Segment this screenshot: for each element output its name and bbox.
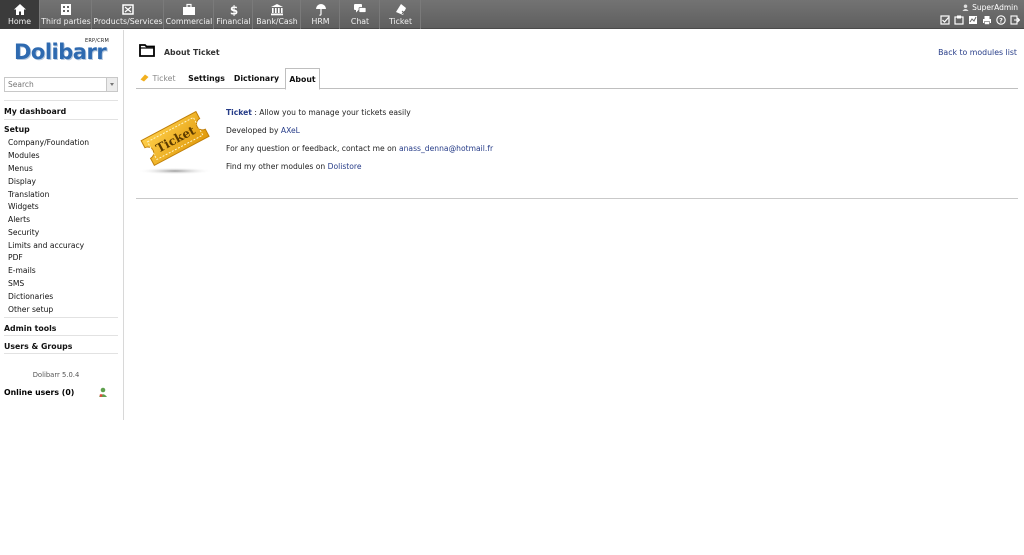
- topmenu-ticket-label: Ticket: [388, 17, 413, 26]
- menu-item-pdf[interactable]: PDF: [8, 253, 23, 262]
- module-name: Ticket: [226, 108, 252, 117]
- menu-item-other-setup[interactable]: Other setup: [8, 305, 53, 314]
- info-contact-line: For any question or feedback, contact me…: [226, 144, 493, 162]
- back-to-modules-link[interactable]: Back to modules list: [938, 48, 1017, 57]
- menu-item-company[interactable]: Company/Foundation: [8, 138, 89, 147]
- menu-item-widgets[interactable]: Widgets: [8, 202, 39, 211]
- menu-divider: [4, 353, 118, 354]
- menu-item-limits[interactable]: Limits and accuracy: [8, 241, 84, 250]
- info-developer-line: Developed by AXeL: [226, 126, 493, 144]
- box-icon: [122, 4, 134, 15]
- topmenu-bank-cash-label: Bank/Cash: [256, 17, 298, 26]
- menu-item-alerts[interactable]: Alerts: [8, 215, 30, 224]
- menu-admin-tools[interactable]: Admin tools: [4, 317, 118, 333]
- menu-item-emails[interactable]: E-mails: [8, 266, 36, 275]
- menu-item-dictionaries[interactable]: Dictionaries: [8, 292, 53, 301]
- topmenu-bank-cash[interactable]: Bank/Cash: [254, 0, 301, 29]
- topmenu-commercial-label: Commercial: [165, 17, 213, 26]
- building-icon: [61, 4, 71, 15]
- info-store-line: Find my other modules on Dolistore: [226, 162, 493, 180]
- topmenu-products-services-label: Products/Services: [93, 17, 163, 26]
- stats-icon[interactable]: [968, 15, 978, 25]
- briefcase-icon: [183, 3, 195, 15]
- top-right-tools: ?: [940, 15, 1021, 26]
- online-users-icon: [99, 387, 107, 397]
- home-icon: [13, 4, 26, 15]
- dolistore-link[interactable]: Dolistore: [328, 162, 362, 171]
- bookmark-icon[interactable]: [954, 15, 964, 25]
- umbrella-icon: [315, 4, 326, 16]
- menu-users-groups[interactable]: Users & Groups: [4, 335, 118, 351]
- tab-module-text: Ticket: [152, 74, 176, 83]
- about-panel: Ticket Ticket : Allow you to manage your…: [136, 90, 1018, 199]
- version-label: Dolibarr 5.0.4: [32, 371, 80, 379]
- company-logo[interactable]: ERP/CRM Dolibarr: [14, 36, 109, 66]
- left-panel: ERP/CRM Dolibarr My dashboard Setup Comp…: [0, 30, 124, 420]
- user-login[interactable]: SuperAdmin: [962, 3, 1018, 12]
- info-description-line: Ticket : Allow you to manage your ticket…: [226, 108, 493, 126]
- ticket-module-image: Ticket: [137, 110, 213, 175]
- page-title: About Ticket: [164, 48, 220, 57]
- chat-icon: [354, 4, 367, 13]
- topmenu-financial-label: Financial: [216, 17, 251, 26]
- search-box[interactable]: [4, 77, 118, 92]
- help-icon[interactable]: ?: [996, 15, 1006, 25]
- topmenu-hrm-label: HRM: [311, 17, 330, 26]
- topmenu-hrm[interactable]: HRM: [302, 0, 340, 29]
- topmenu-home[interactable]: Home: [0, 0, 40, 29]
- contact-email-link[interactable]: anass_denna@hotmail.fr: [399, 144, 493, 153]
- top-menu-bar: Home Third parties Products/Services Com…: [0, 0, 1024, 29]
- developer-link[interactable]: AXeL: [281, 126, 300, 135]
- user-icon: [962, 4, 969, 11]
- ticket-icon: [395, 4, 406, 15]
- menu-item-translation[interactable]: Translation: [8, 190, 49, 199]
- svg-text:$: $: [229, 4, 237, 17]
- ticket-tab-icon: [140, 74, 149, 82]
- menu-item-sms[interactable]: SMS: [8, 279, 24, 288]
- folder-icon: [139, 44, 155, 57]
- menu-item-security[interactable]: Security: [8, 228, 39, 237]
- developed-by-label: Developed by: [226, 126, 281, 135]
- topmenu-commercial[interactable]: Commercial: [165, 0, 214, 29]
- feedback-label: For any question or feedback, contact me…: [226, 144, 399, 153]
- menu-item-display[interactable]: Display: [8, 177, 36, 186]
- logout-icon[interactable]: [1010, 15, 1021, 25]
- print-icon[interactable]: [982, 15, 992, 25]
- topmenu-ticket[interactable]: Ticket: [381, 0, 421, 29]
- module-info: Ticket : Allow you to manage your ticket…: [226, 108, 493, 180]
- tab-dictionary[interactable]: Dictionary: [232, 68, 281, 89]
- tab-settings[interactable]: Settings: [186, 68, 227, 89]
- other-modules-label: Find my other modules on: [226, 162, 328, 171]
- dollar-icon: $: [229, 4, 237, 17]
- menu-item-menus[interactable]: Menus: [8, 164, 33, 173]
- online-users-label[interactable]: Online users (0): [4, 388, 74, 397]
- topmenu-financial[interactable]: $ Financial: [215, 0, 253, 29]
- bank-icon: [271, 4, 283, 16]
- topmenu-third-parties[interactable]: Third parties: [41, 0, 92, 29]
- topmenu-chat-label: Chat: [350, 17, 370, 26]
- search-dropdown-icon[interactable]: [106, 78, 117, 91]
- menu-item-modules[interactable]: Modules: [8, 151, 40, 160]
- checklist-icon[interactable]: [940, 15, 950, 25]
- tab-bar: Ticket Settings Dictionary About: [136, 68, 1018, 90]
- search-input[interactable]: [5, 78, 105, 91]
- topmenu-chat[interactable]: Chat: [341, 0, 380, 29]
- topmenu-third-parties-label: Third parties: [41, 17, 91, 26]
- user-name: SuperAdmin: [972, 3, 1018, 12]
- menu-my-dashboard[interactable]: My dashboard: [4, 100, 118, 116]
- svg-text:?: ?: [999, 17, 1003, 25]
- tab-module-label: Ticket: [138, 68, 178, 89]
- logo-brand: Dolibarr: [14, 40, 107, 64]
- module-description: : Allow you to manage your tickets easil…: [251, 108, 411, 117]
- menu-setup[interactable]: Setup: [4, 119, 118, 134]
- topmenu-home-label: Home: [7, 17, 32, 26]
- tab-about[interactable]: About: [285, 68, 320, 90]
- topmenu-products-services[interactable]: Products/Services: [93, 0, 164, 29]
